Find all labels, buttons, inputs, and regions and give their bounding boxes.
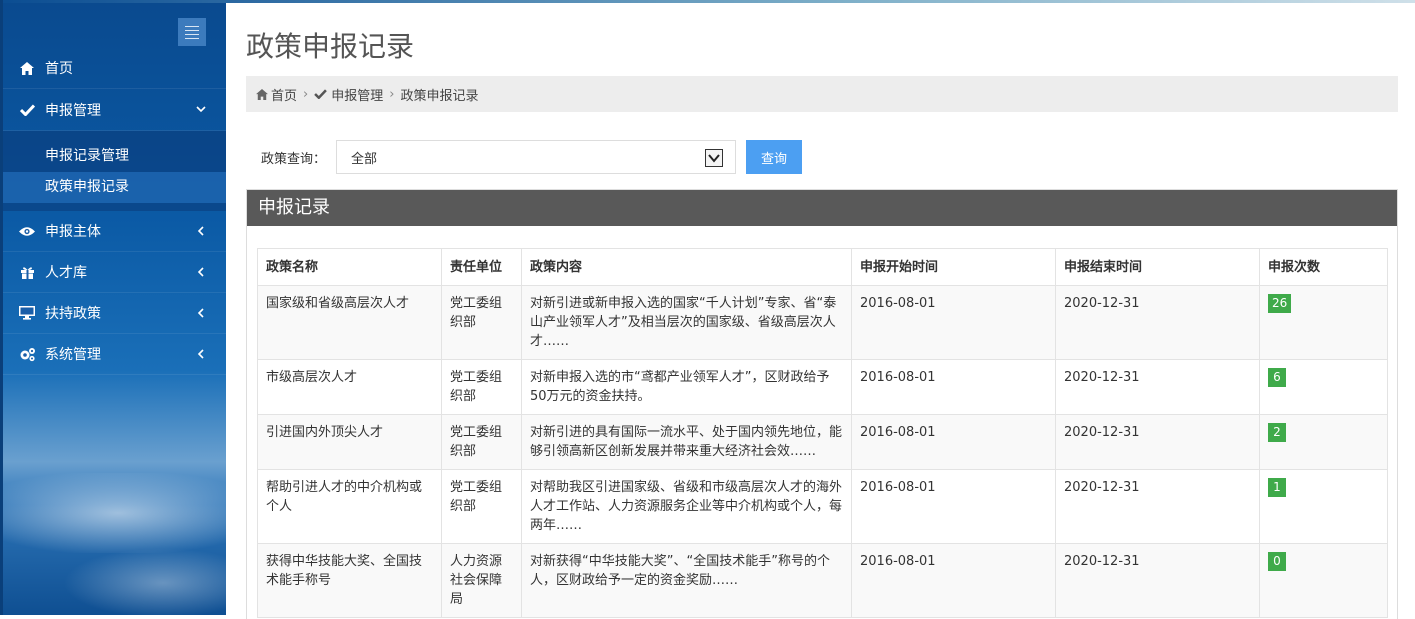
menu-toggle-button[interactable]: [178, 18, 206, 46]
monitor-icon: [17, 305, 37, 321]
sidebar-item-label: 申报管理: [45, 102, 101, 119]
sidebar-item-policy-declaration-records[interactable]: 政策申报记录: [3, 172, 226, 203]
main-content: 政策申报记录 首页 › 申报管理 › 政策申报记录 政策查询： 全部 查询 申报…: [226, 3, 1415, 619]
sidebar-item-talent-pool[interactable]: 人才库: [3, 252, 226, 293]
cell-start: 2016-08-01: [851, 285, 1056, 360]
cell-end: 2020-12-31: [1055, 469, 1260, 544]
cell-content: 对帮助我区引进国家级、省级和市级高层次人才的海外人才工作站、人力资源服务企业等中…: [521, 469, 852, 544]
page-title: 政策申报记录: [246, 30, 415, 63]
column-header-end: 申报结束时间: [1055, 248, 1260, 286]
cell-start: 2016-08-01: [851, 543, 1056, 618]
breadcrumb-separator: ›: [389, 86, 395, 102]
sidebar-item-declaration-records-management[interactable]: 申报记录管理: [3, 141, 226, 172]
column-header-start: 申报开始时间: [851, 248, 1056, 286]
count-badge: 6: [1268, 368, 1286, 387]
cell-end: 2020-12-31: [1055, 414, 1260, 470]
sidebar-item-label: 人才库: [45, 265, 87, 281]
breadcrumb: 首页 › 申报管理 › 政策申报记录: [246, 76, 1398, 112]
chevron-left-icon: [194, 347, 208, 361]
chevron-down-icon[interactable]: [705, 149, 723, 167]
cell-policy-name: 市级高层次人才: [257, 359, 442, 415]
chevron-left-icon: [194, 224, 208, 238]
cell-count: 6: [1259, 359, 1388, 415]
app-window: 首页 申报管理 申报记录管理 政策申报记录 申报主体 人才库 扶持政策 系统管理…: [0, 0, 1415, 619]
count-badge: 26: [1268, 294, 1292, 313]
submenu-declaration: 申报记录管理 政策申报记录: [3, 131, 226, 211]
cell-policy-name: 获得中华技能大奖、全国技术能手称号: [257, 543, 442, 618]
sidebar-item-support-policy[interactable]: 扶持政策: [3, 293, 226, 334]
table-row[interactable]: 获得中华技能大奖、全国技术能手称号 人力资源社会保障局 对新获得“中华技能大奖”…: [257, 543, 1388, 618]
sidebar-item-declaration-subject[interactable]: 申报主体: [3, 211, 226, 252]
cell-start: 2016-08-01: [851, 359, 1056, 415]
cell-count: 2: [1259, 414, 1388, 470]
breadcrumb-separator: ›: [303, 86, 309, 102]
cell-policy-name: 帮助引进人才的中介机构或个人: [257, 469, 442, 544]
home-icon: [256, 88, 268, 100]
column-header-content: 政策内容: [521, 248, 852, 286]
query-bar: 政策查询： 全部 查询: [246, 140, 802, 174]
records-panel: 申报记录 政策名称 责任单位 政策内容 申报开始时间 申报结束时间 申报次数 国…: [246, 189, 1398, 619]
table-header-row: 政策名称 责任单位 政策内容 申报开始时间 申报结束时间 申报次数: [257, 248, 1388, 286]
cell-start: 2016-08-01: [851, 469, 1056, 544]
cell-content: 对新引进的具有国际一流水平、处于国内领先地位，能 够引领高新区创新发展并带来重大…: [521, 414, 852, 470]
cell-end: 2020-12-31: [1055, 359, 1260, 415]
records-table-wrapper: 政策名称 责任单位 政策内容 申报开始时间 申报结束时间 申报次数 国家级和省级…: [257, 248, 1388, 618]
check-icon: [17, 102, 37, 118]
sidebar-background-cloud: [63, 548, 226, 615]
table-row[interactable]: 帮助引进人才的中介机构或个人 党工委组织部 对帮助我区引进国家级、省级和市级高层…: [257, 469, 1388, 544]
policy-select-value: 全部: [351, 151, 378, 167]
chevron-down-icon: [194, 102, 208, 116]
cell-unit: 党工委组织部: [441, 414, 522, 470]
sidebar-background-cloud: [3, 473, 226, 553]
column-header-count: 申报次数: [1259, 248, 1388, 286]
gift-icon: [17, 264, 37, 280]
table-row[interactable]: 国家级和省级高层次人才 党工委组织部 对新引进或新申报入选的国家“千人计划”专家…: [257, 285, 1388, 360]
cell-unit: 党工委组织部: [441, 359, 522, 415]
breadcrumb-item-current: 政策申报记录: [400, 88, 479, 104]
cell-count: 0: [1259, 543, 1388, 618]
cell-end: 2020-12-31: [1055, 543, 1260, 618]
column-header-policy-name: 政策名称: [257, 248, 442, 286]
cell-start: 2016-08-01: [851, 414, 1056, 470]
cell-count: 1: [1259, 469, 1388, 544]
panel-title: 申报记录: [247, 190, 1397, 226]
policy-select[interactable]: 全部: [336, 140, 736, 174]
cell-content: 对新申报入选的市“鸢都产业领军人才”，区财政给予50万元的资金扶持。: [521, 359, 852, 415]
breadcrumb-item-home[interactable]: 首页: [271, 85, 297, 104]
sidebar-item-label: 扶持政策: [45, 306, 101, 322]
cell-policy-name: 国家级和省级高层次人才: [257, 285, 442, 360]
count-badge: 0: [1268, 552, 1286, 571]
column-header-unit: 责任单位: [441, 248, 522, 286]
eye-icon: [17, 223, 37, 239]
sidebar-item-declaration-management[interactable]: 申报管理: [3, 89, 226, 131]
home-icon: [17, 60, 37, 76]
query-button[interactable]: 查询: [746, 140, 802, 174]
cell-content: 对新引进或新申报入选的国家“千人计划”专家、省“泰山产业领军人才”及相当层次的国…: [521, 285, 852, 360]
sidebar-item-label: 申报主体: [45, 224, 101, 240]
cell-unit: 人力资源社会保障局: [441, 543, 522, 618]
check-icon: [314, 89, 328, 99]
breadcrumb-item-declaration-management[interactable]: 申报管理: [331, 85, 383, 104]
cell-content: 对新获得“中华技能大奖”、“全国技术能手”称号的个人，区财政给予一定的资金奖励……: [521, 543, 852, 618]
cell-policy-name: 引进国内外顶尖人才: [257, 414, 442, 470]
chevron-left-icon: [194, 306, 208, 320]
sidebar-header: [3, 3, 226, 48]
sidebar-item-label: 系统管理: [45, 347, 101, 363]
gears-icon: [17, 346, 37, 362]
sidebar-item-system-management[interactable]: 系统管理: [3, 334, 226, 375]
table-row[interactable]: 引进国内外顶尖人才 党工委组织部 对新引进的具有国际一流水平、处于国内领先地位，…: [257, 414, 1388, 470]
sidebar-item-label: 首页: [45, 61, 73, 77]
sidebar-item-home[interactable]: 首页: [3, 48, 226, 89]
count-badge: 2: [1268, 423, 1286, 442]
count-badge: 1: [1268, 478, 1286, 497]
chevron-left-icon: [194, 265, 208, 279]
cell-count: 26: [1259, 285, 1388, 360]
policy-query-label: 政策查询：: [261, 151, 327, 167]
cell-unit: 党工委组织部: [441, 285, 522, 360]
table-row[interactable]: 市级高层次人才 党工委组织部 对新申报入选的市“鸢都产业领军人才”，区财政给予5…: [257, 359, 1388, 415]
cell-end: 2020-12-31: [1055, 285, 1260, 360]
cell-unit: 党工委组织部: [441, 469, 522, 544]
records-table: 政策名称 责任单位 政策内容 申报开始时间 申报结束时间 申报次数 国家级和省级…: [257, 248, 1388, 618]
sidebar: 首页 申报管理 申报记录管理 政策申报记录 申报主体 人才库 扶持政策 系统管理: [3, 3, 226, 615]
